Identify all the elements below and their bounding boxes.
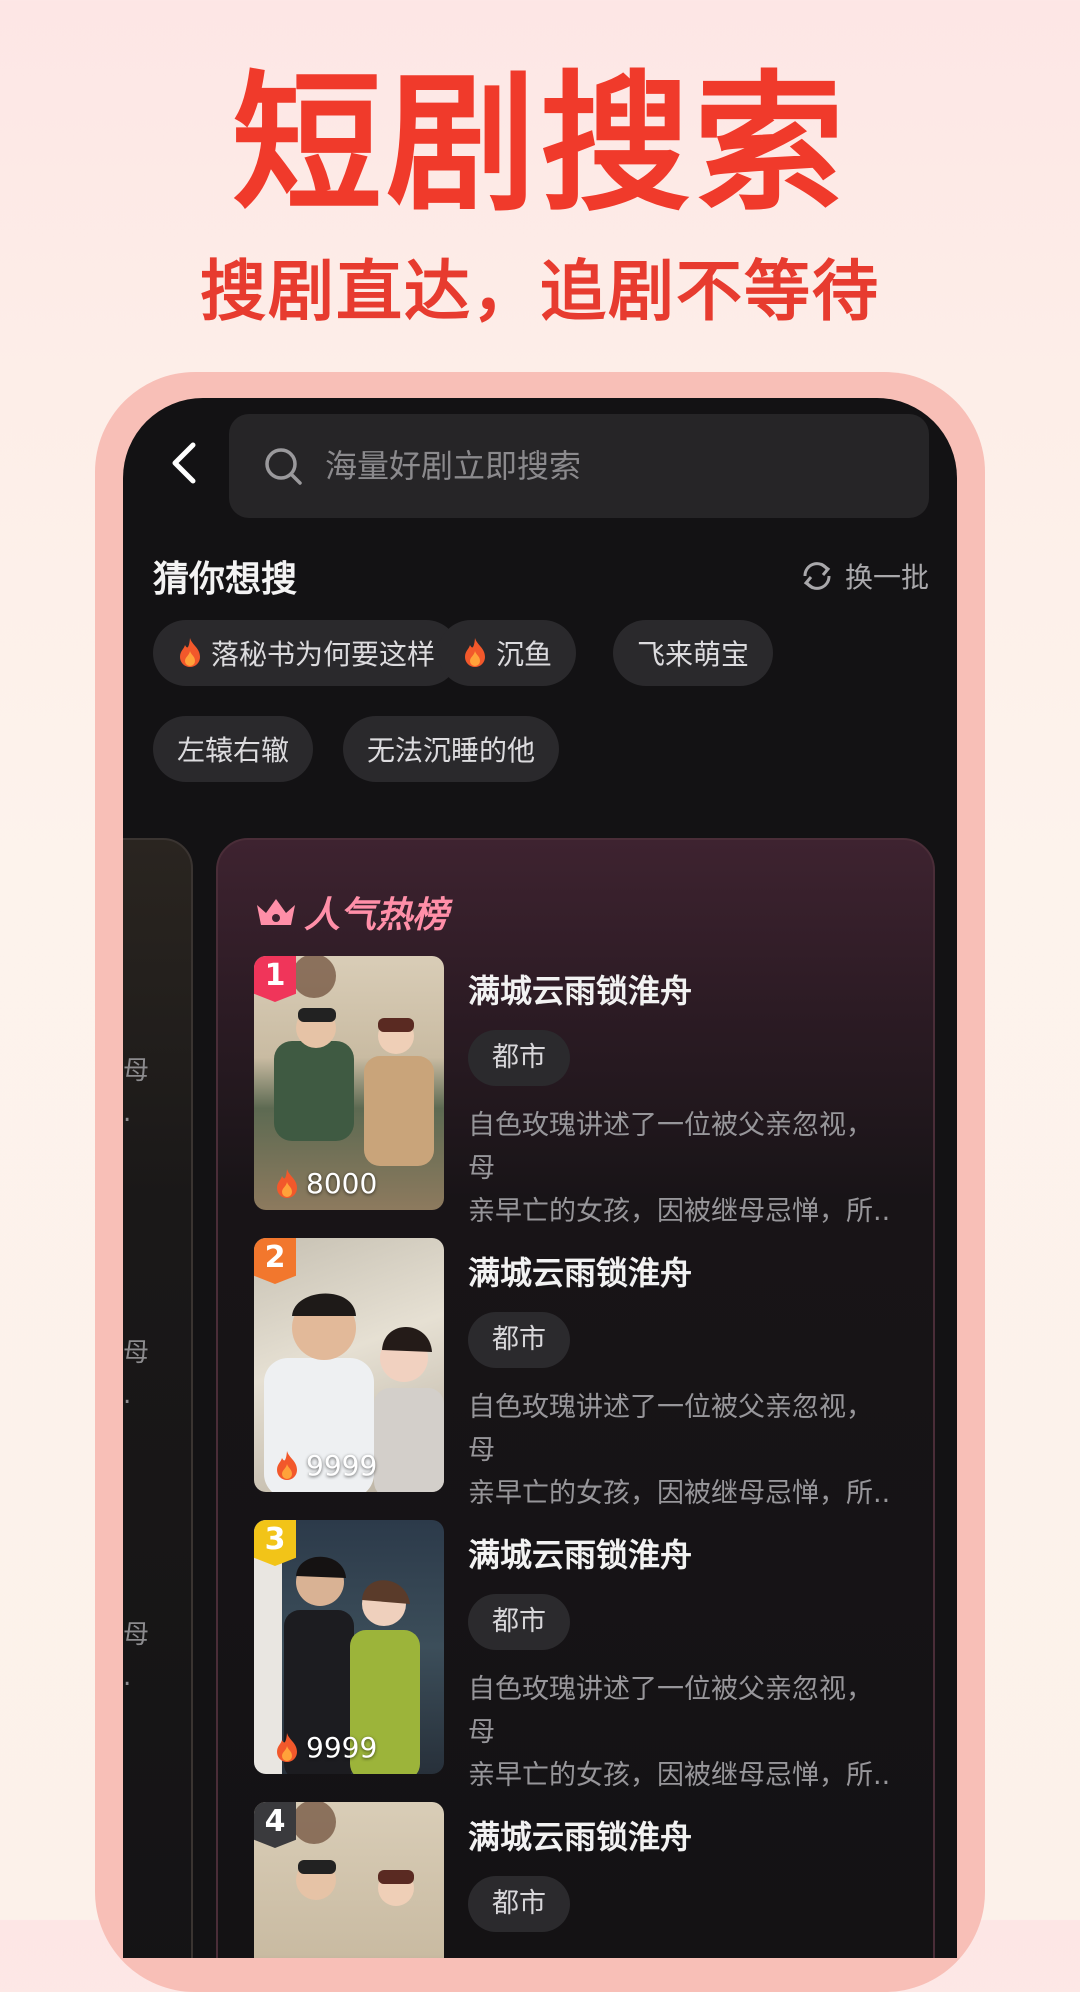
- description-line: 亲早亡的女孩，因被继母忌惮，所..: [468, 1760, 891, 1791]
- fire-icon: [277, 1450, 297, 1480]
- search-chip[interactable]: 无法沉睡的他: [343, 716, 560, 782]
- ranking-title: 人气热榜: [254, 886, 448, 938]
- snippet-line: .: [123, 1380, 132, 1410]
- ranking-item[interactable]: 3 9999 满城云雨锁淮舟 都市 自色玫瑰讲述了一位被父亲忽视，母 亲早亡的女…: [254, 1520, 914, 1791]
- item-description: 自色玫瑰讲述了一位被父亲忽视，母 亲早亡的女孩，因被继母忌惮，所..: [468, 1386, 898, 1515]
- refresh-button[interactable]: 换一批: [799, 556, 929, 596]
- item-title: 满城云雨锁淮舟: [468, 1254, 693, 1292]
- genre-tag[interactable]: 都市: [468, 1030, 570, 1086]
- snippet-line: 母: [123, 1338, 150, 1368]
- genre-tag[interactable]: 都市: [468, 1594, 570, 1650]
- search-chip[interactable]: 沉鱼: [438, 620, 577, 686]
- crown-icon: [257, 899, 295, 925]
- chip-label: 左辕右辙: [177, 734, 290, 767]
- ranking-item[interactable]: 1 8000 满城云雨锁淮舟 都市 自色玫瑰讲述了一位被父亲忽视，母 亲早亡的女…: [254, 956, 914, 1227]
- headline: 短剧搜索: [231, 58, 848, 232]
- search-chip[interactable]: 飞来萌宝: [613, 620, 774, 686]
- fire-icon: [277, 1732, 297, 1762]
- side-card-snippet: 母 .: [123, 1614, 149, 1698]
- snippet-line: .: [123, 1098, 132, 1128]
- description-line: 亲早亡的女孩，因被继母忌惮，所..: [468, 1196, 891, 1227]
- description-line: 亲早亡的女孩，因被继母忌惮，所..: [468, 1478, 891, 1509]
- side-card-snippet: 母 .: [123, 1050, 149, 1134]
- chip-label: 沉鱼: [496, 638, 553, 671]
- description-line: 自色玫瑰讲述了一位被父亲忽视，母: [468, 1674, 873, 1748]
- rank-badge: 1: [254, 956, 296, 1002]
- side-card-snippet: 母 .: [123, 1332, 149, 1416]
- heat-count: 9999: [274, 1731, 377, 1764]
- snippet-line: 母: [123, 1056, 150, 1086]
- search-icon: [265, 448, 302, 485]
- ranking-title-text: 人气热榜: [304, 895, 449, 936]
- heat-count: 8000: [274, 1167, 377, 1200]
- item-title: 满城云雨锁淮舟: [468, 1536, 693, 1574]
- back-button[interactable]: [159, 438, 209, 488]
- poster-image: 4: [254, 1802, 444, 1958]
- ranking-card: 人气热榜 1 8000 满城云雨锁淮舟 都市 自色玫瑰讲述了一位被父亲忽视，母 …: [216, 838, 935, 1958]
- item-title: 满城云雨锁淮舟: [468, 1818, 693, 1856]
- rank-badge: 3: [254, 1520, 296, 1566]
- refresh-label: 换一批: [844, 561, 929, 594]
- chip-label: 落秘书为何要这样: [211, 638, 436, 671]
- heat-value: 9999: [306, 1731, 378, 1764]
- item-description: 自色玫瑰讲述了一位被父亲忽视，母 亲早亡的女孩，因被继母忌惮，所..: [468, 1668, 898, 1797]
- chip-label: 无法沉睡的他: [367, 734, 536, 767]
- snippet-line: 母: [123, 1620, 150, 1650]
- chip-label: 飞来萌宝: [637, 638, 750, 671]
- heat-value: 8000: [306, 1167, 378, 1200]
- side-card-previous[interactable]: 母 . 母 . 母 .: [123, 838, 193, 1958]
- poster-image: 3 9999: [254, 1520, 444, 1774]
- poster-image: 2 9999: [254, 1238, 444, 1492]
- description-line: 自色玫瑰讲述了一位被父亲忽视，母: [468, 1110, 873, 1184]
- ranking-item[interactable]: 2 9999 满城云雨锁淮舟 都市 自色玫瑰讲述了一位被父亲忽视，母 亲早亡的女…: [254, 1238, 914, 1509]
- fire-icon: [277, 1168, 297, 1198]
- search-chip[interactable]: 落秘书为何要这样: [153, 620, 460, 686]
- item-description: 自色玫瑰讲述了一位被父亲忽视，母 亲早亡的女孩，因被继母忌惮，所..: [468, 1104, 898, 1233]
- poster-image: 1 8000: [254, 956, 444, 1210]
- guess-section-title: 猜你想搜: [153, 559, 298, 600]
- search-bar[interactable]: [229, 414, 929, 518]
- search-chip[interactable]: 左辕右辙: [153, 716, 314, 782]
- chevron-left-icon: [172, 442, 196, 484]
- snippet-line: .: [123, 1662, 132, 1692]
- genre-tag[interactable]: 都市: [468, 1876, 570, 1932]
- rank-badge: 4: [254, 1802, 296, 1848]
- heat-value: 9999: [306, 1449, 378, 1482]
- description-line: 自色玫瑰讲述了一位被父亲忽视，母: [468, 1392, 873, 1466]
- subline: 搜剧直达，追剧不等待: [200, 253, 880, 330]
- search-input[interactable]: [323, 446, 887, 486]
- ranking-item[interactable]: 4 满城云雨锁淮舟 都市: [254, 1802, 914, 1958]
- refresh-icon: [803, 562, 831, 590]
- fire-icon: [180, 638, 200, 667]
- phone-screen: 猜你想搜 换一批 落秘书为何要这样 沉鱼 飞来萌宝 左辕右辙 无法沉睡的他: [123, 398, 957, 1958]
- heat-count: 9999: [274, 1449, 377, 1482]
- genre-tag[interactable]: 都市: [468, 1312, 570, 1368]
- fire-icon: [465, 638, 485, 667]
- rank-badge: 2: [254, 1238, 296, 1284]
- item-title: 满城云雨锁淮舟: [468, 972, 693, 1010]
